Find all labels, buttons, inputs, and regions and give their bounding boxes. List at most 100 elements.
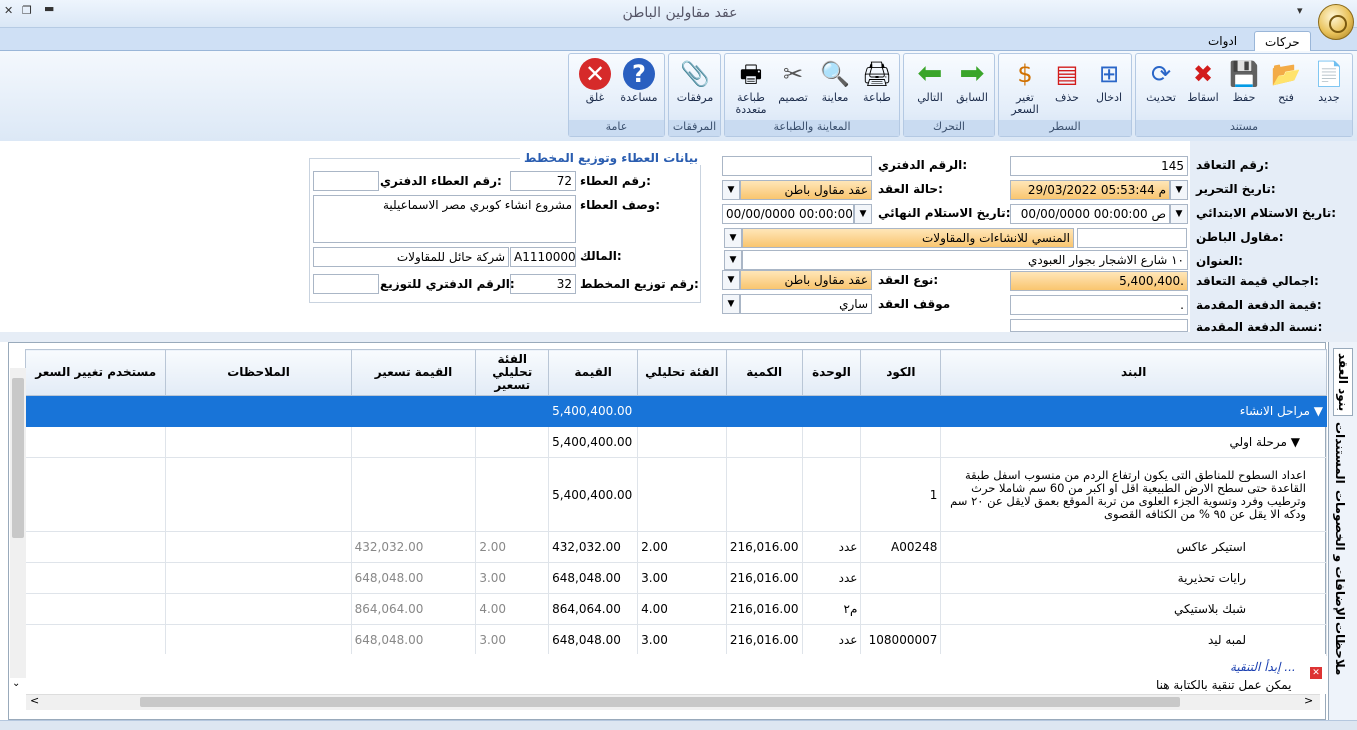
subcontractor-dropdown-icon[interactable]: ▼ bbox=[724, 228, 742, 248]
tender-desc-field[interactable]: مشروع انشاء كوبري مصر الاسماعيلية bbox=[313, 195, 576, 243]
ribbon-group-general: ? مساعدة ✕ غلق عامة bbox=[568, 53, 665, 137]
restore-window-icon[interactable]: ❐ bbox=[22, 4, 32, 17]
subcontractor-name-field[interactable]: المنسي للانشاءات والمقاولات bbox=[742, 228, 1074, 248]
advance-value-field[interactable]: . bbox=[1010, 295, 1188, 315]
delete-row-icon: ▤ bbox=[1055, 60, 1079, 88]
col-header-code[interactable]: الكود bbox=[860, 349, 942, 396]
table-row[interactable]: 432,032.00 2.00 432,032.00 2.00 216,016.… bbox=[24, 531, 1327, 563]
multi-print-button[interactable]: 🖶 طباعة متعددة bbox=[731, 56, 771, 120]
start-filter-link[interactable]: إبدأ التنقية ... bbox=[1230, 660, 1296, 674]
close-window-icon[interactable]: ✕ bbox=[4, 4, 13, 17]
previous-button[interactable]: ➡ السابق bbox=[952, 56, 992, 120]
open-button[interactable]: 📂 فتح bbox=[1266, 56, 1306, 120]
table-row[interactable]: 5,400,400.00 مراحل الانشاء ▼ bbox=[24, 395, 1327, 427]
delete-button[interactable]: ▤ حذف bbox=[1047, 56, 1087, 120]
tab-contract-items[interactable]: بنود العقد bbox=[1333, 348, 1353, 417]
preview-button[interactable]: 🔍 معاينة bbox=[815, 56, 855, 120]
refresh-button[interactable]: ⟳ تحديث bbox=[1141, 56, 1181, 120]
print-button[interactable]: 🖨 طباعة bbox=[857, 56, 897, 120]
drop-button[interactable]: ✖ اسقاط bbox=[1183, 56, 1223, 120]
final-receipt-dropdown-icon[interactable]: ▼ bbox=[854, 204, 872, 224]
col-header-price-category[interactable]: الفئة تحليلي تسعير bbox=[475, 349, 550, 396]
contract-status-dropdown-icon[interactable]: ▼ bbox=[722, 180, 740, 200]
new-button[interactable]: 📄 جديد bbox=[1309, 56, 1349, 120]
filter-hint[interactable]: يمكن عمل تنقية بالكتابة هنا bbox=[1156, 678, 1292, 692]
plan-ledger-field[interactable] bbox=[313, 274, 379, 294]
help-icon: ? bbox=[623, 58, 655, 90]
total-value-field[interactable]: 5,400,400. bbox=[1010, 271, 1188, 291]
horizontal-scroll-thumb[interactable] bbox=[140, 697, 1180, 707]
contract-position-field[interactable]: ساري bbox=[740, 294, 872, 314]
contract-no-field[interactable]: 145 bbox=[1010, 156, 1188, 176]
col-header-value[interactable]: القيمة bbox=[548, 349, 639, 396]
owner-name-field[interactable]: شركة حائل للمقاولات bbox=[313, 247, 509, 267]
col-header-price-user[interactable]: مستخدم تغيير السعر bbox=[24, 349, 167, 396]
table-row[interactable]: 864,064.00 4.00 864,064.00 4.00 216,016.… bbox=[24, 593, 1327, 625]
edit-date-dropdown-icon[interactable]: ▼ bbox=[1170, 180, 1188, 200]
app-menu-button[interactable] bbox=[1318, 4, 1354, 40]
col-header-quantity[interactable]: الكمية bbox=[725, 349, 803, 396]
clear-filter-icon[interactable]: ✕ bbox=[1310, 667, 1322, 679]
contract-status-label: حالة العقد: bbox=[878, 182, 943, 196]
collapse-toggle-icon[interactable]: ▼ bbox=[1291, 435, 1300, 449]
new-document-icon: 📄 bbox=[1314, 60, 1344, 88]
window-title: عقد مقاولين الباطن bbox=[622, 5, 738, 21]
ledger-no-field[interactable] bbox=[722, 156, 872, 176]
splitter[interactable] bbox=[0, 332, 1357, 342]
next-button[interactable]: ⬅ التالي bbox=[910, 56, 950, 120]
save-button[interactable]: 💾 حفظ bbox=[1224, 56, 1264, 120]
scroll-down-icon[interactable]: ⌄ bbox=[12, 678, 20, 689]
arrow-right-icon: ➡ bbox=[959, 56, 985, 91]
table-row[interactable]: 5,400,400.00 مرحلة اولي ▼ bbox=[24, 426, 1327, 458]
address-field[interactable]: ١٠ شارع الاشجار بجوار العبودي bbox=[742, 250, 1188, 270]
initial-receipt-field[interactable]: 00/00/0000 00:00:00 ص bbox=[1010, 204, 1170, 224]
contract-position-dropdown-icon[interactable]: ▼ bbox=[722, 294, 740, 314]
help-button[interactable]: ? مساعدة bbox=[619, 56, 659, 120]
initial-receipt-dropdown-icon[interactable]: ▼ bbox=[1170, 204, 1188, 224]
design-button[interactable]: ✂ تصميم bbox=[773, 56, 813, 120]
vertical-scroll-thumb[interactable] bbox=[12, 378, 24, 538]
insert-button[interactable]: ⊞ ادخال bbox=[1089, 56, 1129, 120]
table-row[interactable]: 648,048.00 3.00 648,048.00 3.00 216,016.… bbox=[24, 624, 1327, 656]
tab-additions-deductions[interactable]: الإضافات و الخصومات bbox=[1333, 490, 1347, 620]
ribbon-group-document: 📄 جديد 📂 فتح 💾 حفظ ✖ اسقاط ⟳ تحديث مستند bbox=[1135, 53, 1353, 137]
contract-type-dropdown-icon[interactable]: ▼ bbox=[722, 270, 740, 290]
col-header-unit[interactable]: الوحدة bbox=[801, 349, 862, 396]
tab-notes[interactable]: ملاحظات bbox=[1333, 622, 1347, 675]
col-header-category[interactable]: الفئة تحليلي bbox=[637, 349, 727, 396]
advance-percent-field[interactable] bbox=[1010, 319, 1188, 332]
plan-no-field[interactable]: 32 bbox=[510, 274, 576, 294]
final-receipt-field[interactable]: 00/00/0000 00:00:00 ص bbox=[722, 204, 854, 224]
cell-code: 1 bbox=[860, 457, 942, 532]
contract-type-field[interactable]: عقد مقاول باطن bbox=[740, 270, 872, 290]
owner-label: المالك: bbox=[580, 249, 622, 263]
tender-no-field[interactable]: 72 bbox=[510, 171, 576, 191]
change-price-button[interactable]: $ تغير السعر bbox=[1005, 56, 1045, 120]
col-header-notes[interactable]: الملاحظات bbox=[165, 349, 352, 396]
table-row[interactable]: 5,400,400.00 1 اعداد السطوح للمناطق التى… bbox=[24, 457, 1327, 532]
title-bar: ✕ ❐ ▬ عقد مقاولين الباطن ▾ bbox=[0, 0, 1357, 28]
vertical-scrollbar[interactable] bbox=[10, 368, 26, 678]
collapse-toggle-icon[interactable]: ▼ bbox=[1314, 404, 1323, 418]
tender-no-label: رقم العطاء: bbox=[580, 174, 651, 188]
edit-date-field[interactable]: 29/03/2022 05:53:44 م bbox=[1010, 180, 1170, 200]
col-header-item[interactable]: البند bbox=[940, 349, 1327, 396]
subcontractor-code-field[interactable] bbox=[1077, 228, 1187, 248]
attachments-button[interactable]: 📎 مرفقات bbox=[675, 56, 715, 120]
owner-code-field[interactable]: A11100003 bbox=[510, 247, 576, 267]
tab-tools[interactable]: ادوات bbox=[1198, 31, 1247, 51]
minimize-window-icon[interactable]: ▬ bbox=[44, 2, 54, 15]
contract-status-field[interactable]: عقد مقاول باطن bbox=[740, 180, 872, 200]
table-row[interactable]: 648,048.00 3.00 648,048.00 3.00 216,016.… bbox=[24, 562, 1327, 594]
address-dropdown-icon[interactable]: ▼ bbox=[724, 250, 742, 270]
close-button[interactable]: ✕ غلق bbox=[575, 56, 615, 120]
price-tag-icon: $ bbox=[1017, 60, 1033, 88]
col-header-price-value[interactable]: القيمة تسعير bbox=[350, 349, 477, 396]
scroll-left-icon[interactable]: < bbox=[30, 694, 39, 707]
tender-ledger-field[interactable] bbox=[313, 171, 379, 191]
tab-actions[interactable]: حركات bbox=[1254, 31, 1311, 51]
quick-access-dropdown-icon[interactable]: ▾ bbox=[1297, 4, 1303, 17]
tab-documents[interactable]: المستندات bbox=[1333, 422, 1347, 484]
plan-no-label: رقم توزيع المخطط: bbox=[580, 277, 699, 291]
scroll-right-icon[interactable]: > bbox=[1304, 694, 1313, 707]
